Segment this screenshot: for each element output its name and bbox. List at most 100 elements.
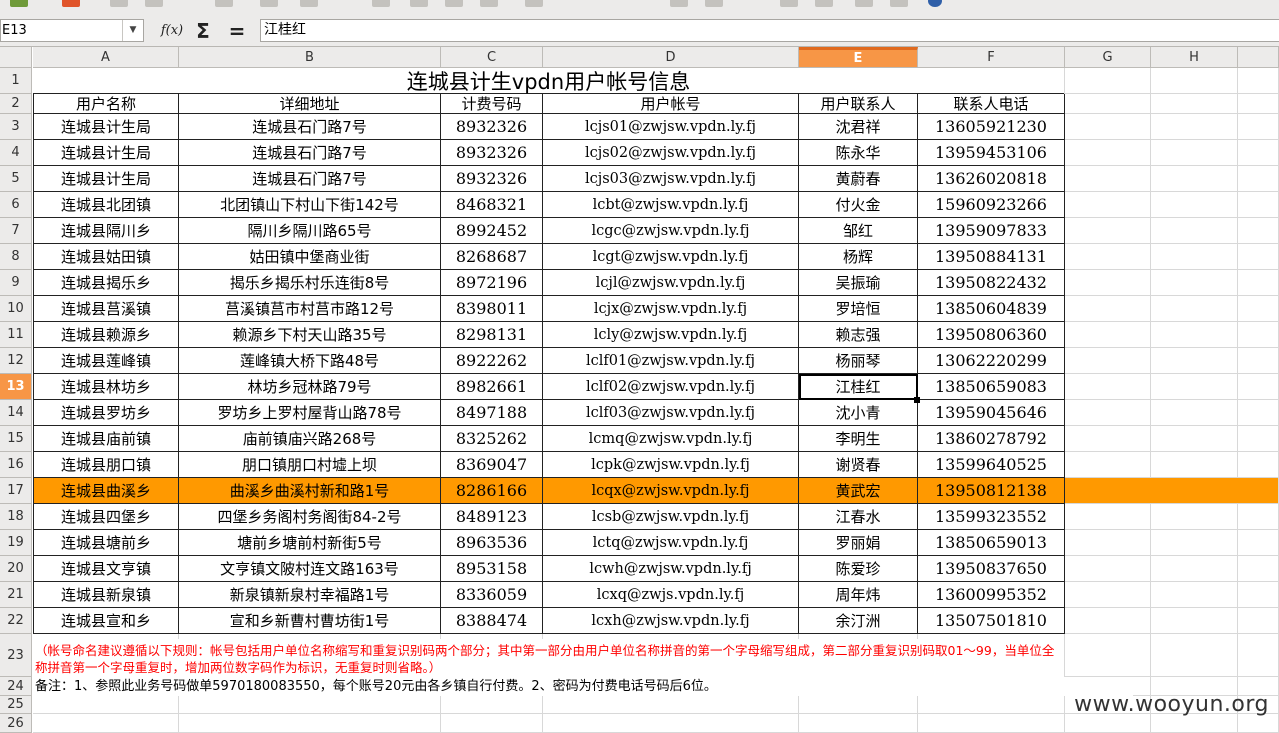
cell-h23[interactable] (1151, 634, 1238, 677)
row-header-18[interactable]: 18 (0, 504, 32, 530)
sheet-title[interactable]: 连城县计生vpdn用户帐号信息 (33, 68, 1064, 94)
cell-h14[interactable] (1151, 400, 1238, 426)
cell-h13[interactable] (1151, 374, 1238, 400)
highlighted-cell[interactable]: 连城县曲溪乡 (33, 478, 179, 504)
cell-h16[interactable] (1151, 452, 1238, 478)
table-cell[interactable]: 连城县莒溪镇 (33, 296, 179, 322)
cell-i9[interactable] (1238, 270, 1279, 296)
cell-i6[interactable] (1238, 192, 1279, 218)
table-cell[interactable]: 林坊乡冠林路79号 (179, 374, 441, 400)
table-cell[interactable]: 13626020818 (918, 166, 1065, 192)
cell-h4[interactable] (1151, 140, 1238, 166)
cell-i11[interactable] (1238, 322, 1279, 348)
table-cell[interactable]: 15960923266 (918, 192, 1065, 218)
toolbar-icon[interactable] (372, 0, 390, 7)
table-cell[interactable]: 13959453106 (918, 140, 1065, 166)
table-header-6[interactable]: 联系人电话 (918, 94, 1065, 114)
cell-h1[interactable] (1151, 68, 1238, 94)
row-header-7[interactable]: 7 (0, 218, 32, 244)
table-cell[interactable]: 8268687 (441, 244, 543, 270)
cell-e26[interactable] (799, 714, 918, 733)
row-header-4[interactable]: 4 (0, 140, 32, 166)
table-cell[interactable]: 连城县莲峰镇 (33, 348, 179, 374)
select-all-corner[interactable] (0, 47, 32, 68)
cell-f25[interactable] (918, 696, 1065, 714)
table-cell[interactable]: 8922262 (441, 348, 543, 374)
cell-g19[interactable] (1065, 530, 1151, 556)
toolbar-icon[interactable] (670, 0, 688, 7)
table-header-4[interactable]: 用户帐号 (543, 94, 799, 114)
table-cell[interactable]: 8336059 (441, 582, 543, 608)
cell-h8[interactable] (1151, 244, 1238, 270)
cell-i4[interactable] (1238, 140, 1279, 166)
table-cell[interactable]: lcjx@zwjsw.vpdn.ly.fj (543, 296, 799, 322)
table-cell[interactable]: 连城县赖源乡 (33, 322, 179, 348)
cell-i3[interactable] (1238, 114, 1279, 140)
cell-h6[interactable] (1151, 192, 1238, 218)
table-cell[interactable]: lcjs03@zwjsw.vpdn.ly.fj (543, 166, 799, 192)
cell-i2[interactable] (1238, 94, 1279, 114)
table-cell[interactable]: lcjs02@zwjsw.vpdn.ly.fj (543, 140, 799, 166)
table-cell[interactable]: lcmq@zwjsw.vpdn.ly.fj (543, 426, 799, 452)
row-header-14[interactable]: 14 (0, 400, 32, 426)
cell-h3[interactable] (1151, 114, 1238, 140)
table-cell[interactable]: 吴振瑜 (799, 270, 918, 296)
table-cell[interactable]: 8398011 (441, 296, 543, 322)
cell-g12[interactable] (1065, 348, 1151, 374)
cell-i10[interactable] (1238, 296, 1279, 322)
table-cell[interactable]: 罗丽娟 (799, 530, 918, 556)
table-cell[interactable]: lcsb@zwjsw.vpdn.ly.fj (543, 504, 799, 530)
table-cell[interactable]: 连城县林坊乡 (33, 374, 179, 400)
row-header-21[interactable]: 21 (0, 582, 32, 608)
highlighted-cell[interactable]: 曲溪乡曲溪村新和路1号 (179, 478, 441, 504)
table-cell[interactable]: 连城县北团镇 (33, 192, 179, 218)
cell-g23[interactable] (1065, 634, 1151, 677)
row-header-15[interactable]: 15 (0, 426, 32, 452)
column-header-h[interactable]: H (1151, 47, 1238, 68)
highlighted-cell[interactable] (1238, 478, 1279, 504)
cell-a25[interactable] (33, 696, 179, 714)
table-cell[interactable]: 连城县计生局 (33, 140, 179, 166)
toolbar-icon[interactable] (780, 0, 798, 7)
naming-rule-note[interactable]: （帐号命名建议遵循以下规则：帐号包括用户单位名称缩写和重复识别码两个部分；其中第… (33, 639, 1064, 677)
row-header-17[interactable]: 17 (0, 478, 32, 504)
cell-g3[interactable] (1065, 114, 1151, 140)
table-cell[interactable]: 连城县塘前乡 (33, 530, 179, 556)
cell-g20[interactable] (1065, 556, 1151, 582)
cell-g8[interactable] (1065, 244, 1151, 270)
cell-i20[interactable] (1238, 556, 1279, 582)
cell-g10[interactable] (1065, 296, 1151, 322)
cell-c26[interactable] (441, 714, 543, 733)
table-cell[interactable]: 13600995352 (918, 582, 1065, 608)
cell-h22[interactable] (1151, 608, 1238, 634)
table-cell[interactable]: 沈君祥 (799, 114, 918, 140)
function-wizard-button[interactable]: f(x) (158, 20, 186, 42)
table-cell[interactable]: 连城县石门路7号 (179, 166, 441, 192)
cell-d25[interactable] (543, 696, 799, 714)
toolbar-icon[interactable] (480, 0, 498, 7)
cell-h2[interactable] (1151, 94, 1238, 114)
cell-i23[interactable] (1238, 634, 1279, 677)
table-cell[interactable]: lctq@zwjsw.vpdn.ly.fj (543, 530, 799, 556)
table-cell[interactable]: 姑田镇中堡商业街 (179, 244, 441, 270)
table-cell[interactable]: 连城县计生局 (33, 114, 179, 140)
cell-g18[interactable] (1065, 504, 1151, 530)
table-cell[interactable]: lcbt@zwjsw.vpdn.ly.fj (543, 192, 799, 218)
table-header-1[interactable]: 用户名称 (33, 94, 179, 114)
toolbar-icon[interactable] (145, 0, 163, 7)
cell-i7[interactable] (1238, 218, 1279, 244)
remark-note[interactable]: 备注：1、参照此业务号码做单5970180083550，每个账号20元由各乡镇自… (33, 677, 1133, 696)
cell-c25[interactable] (441, 696, 543, 714)
table-cell[interactable]: lcgt@zwjsw.vpdn.ly.fj (543, 244, 799, 270)
table-cell[interactable]: 8932326 (441, 114, 543, 140)
cell-i14[interactable] (1238, 400, 1279, 426)
row-header-19[interactable]: 19 (0, 530, 32, 556)
chevron-down-icon[interactable]: ▼ (122, 20, 143, 41)
toolbar-icon[interactable] (62, 0, 80, 7)
cell-g21[interactable] (1065, 582, 1151, 608)
table-cell[interactable]: lcxh@zwjsw.vpdn.ly.fj (543, 608, 799, 634)
table-cell[interactable]: 13959097833 (918, 218, 1065, 244)
cell-h12[interactable] (1151, 348, 1238, 374)
table-cell[interactable]: 邹红 (799, 218, 918, 244)
table-cell[interactable]: 13850604839 (918, 296, 1065, 322)
